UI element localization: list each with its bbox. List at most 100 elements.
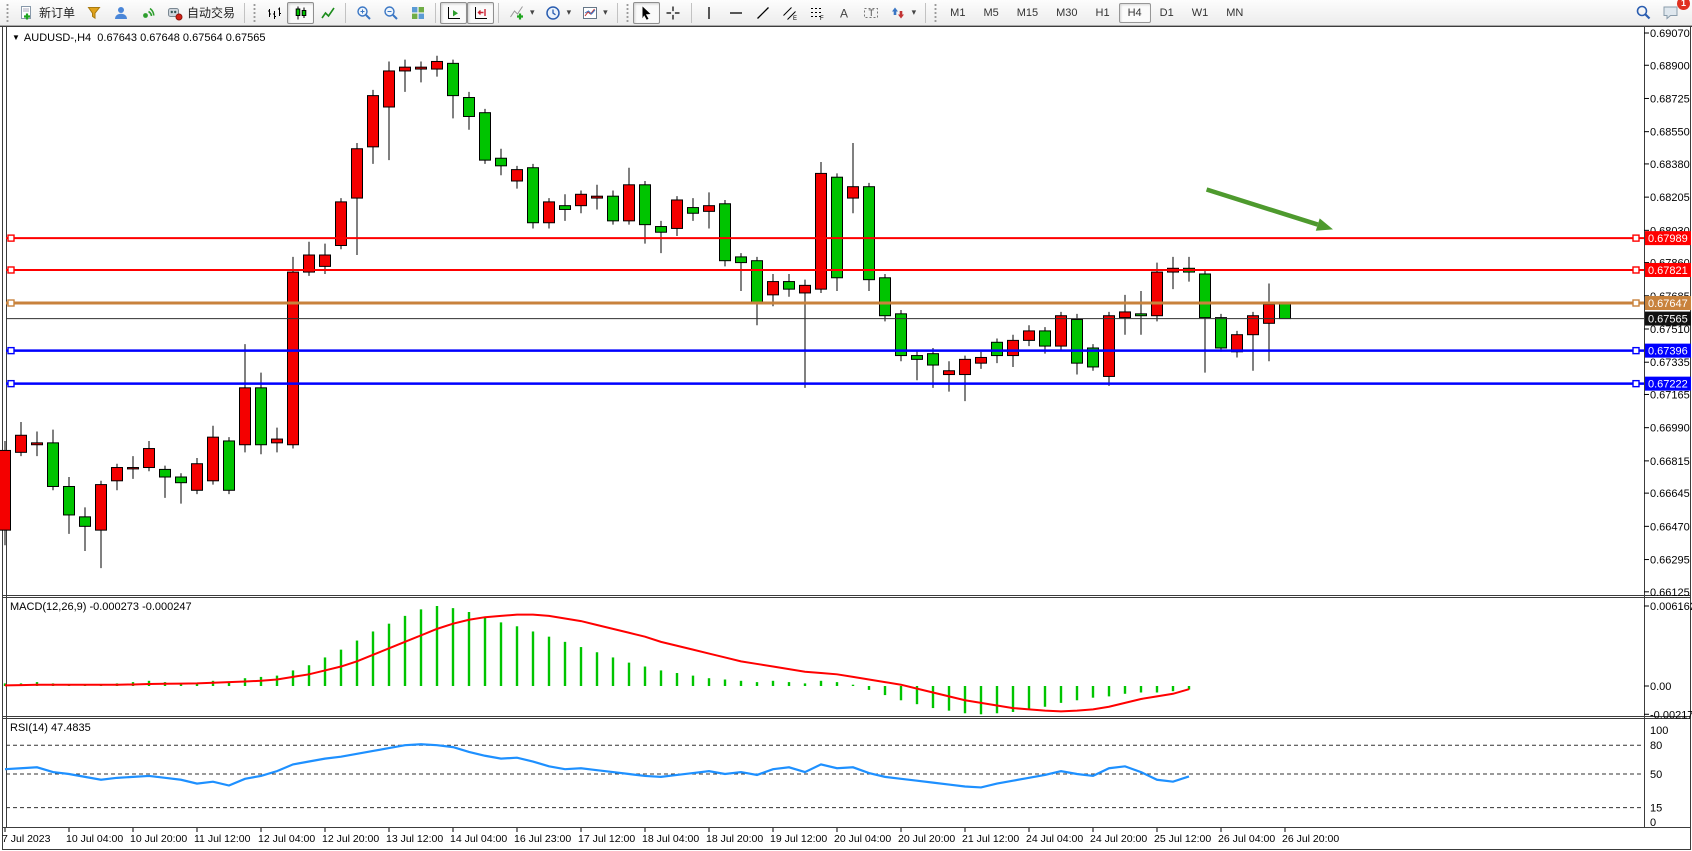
svg-text:12 Jul 04:00: 12 Jul 04:00 [258,833,315,845]
vertical-line-tool-button[interactable] [696,2,723,24]
tile-windows-button[interactable] [404,2,431,24]
timeframe-mn-button[interactable]: MN [1217,3,1252,23]
svg-text:-0.002178: -0.002178 [1650,709,1692,721]
indicators-icon [508,4,525,21]
dropdown-caret-icon: ▾ [603,7,608,18]
toolbar-grip[interactable] [933,4,938,22]
new-order-button[interactable]: 新订单 [13,2,80,24]
svg-text:0.68725: 0.68725 [1650,93,1690,105]
templates-button[interactable]: ▾ [576,2,613,24]
timeframe-w1-button[interactable]: W1 [1183,3,1218,23]
market-button[interactable] [80,2,107,24]
svg-text:0: 0 [1650,817,1656,829]
zoom-in-icon [355,4,372,21]
svg-text:17 Jul 12:00: 17 Jul 12:00 [578,833,635,845]
toolbar-grip[interactable] [625,4,630,22]
trendline-tool-button[interactable] [750,2,777,24]
svg-text:80: 80 [1650,740,1662,752]
indicators-button[interactable]: ▾ [503,2,540,24]
macd-indicator-label: MACD(12,26,9) -0.000273 -0.000247 [10,601,192,613]
svg-text:13 Jul 12:00: 13 Jul 12:00 [386,833,443,845]
periods-button[interactable]: ▾ [540,2,577,24]
svg-text:0.67510: 0.67510 [1650,324,1690,336]
svg-text:24 Jul 04:00: 24 Jul 04:00 [1026,833,1083,845]
timeframe-h4-button[interactable]: H4 [1119,3,1151,23]
svg-text:12 Jul 20:00: 12 Jul 20:00 [322,833,379,845]
trendline-icon [755,4,772,21]
toolbar-separator [925,3,926,23]
toolbar-separator [244,3,245,23]
timeframe-m5-button[interactable]: M5 [974,3,1007,23]
chart-shift-button[interactable] [467,2,494,24]
fibonacci-tool-button[interactable]: F [804,2,831,24]
toolbar-separator [691,3,692,23]
search-button[interactable] [1630,2,1657,24]
channel-tool-button[interactable]: E [777,2,804,24]
toolbar-grip[interactable] [252,4,257,22]
bar-chart-button[interactable] [260,2,287,24]
chat-bubble-icon [1662,4,1679,21]
svg-text:A: A [840,6,848,20]
svg-text:0.67821: 0.67821 [1648,265,1688,277]
zoom-in-button[interactable] [350,2,377,24]
new-order-icon [18,4,35,21]
svg-text:0.68900: 0.68900 [1650,60,1690,72]
timeframe-m1-button[interactable]: M1 [941,3,974,23]
svg-text:0.67335: 0.67335 [1650,357,1690,369]
svg-text:0.66125: 0.66125 [1650,587,1690,599]
dropdown-caret-icon: ▾ [530,7,535,18]
candlestick-chart-button[interactable] [287,2,314,24]
equidistant-channel-icon: E [782,4,799,21]
periods-clock-icon [545,4,562,21]
svg-text:11 Jul 12:00: 11 Jul 12:00 [194,833,251,845]
toolbar-grip[interactable] [5,4,10,22]
chart-background [0,26,1692,851]
timeframe-d1-button[interactable]: D1 [1151,3,1183,23]
chart-symbol: AUDUSD-,H4 [24,32,91,44]
terminal-window: 新订单 自动交易 [0,0,1692,851]
shapes-tool-button[interactable]: ▾ [885,2,922,24]
dropdown-caret-icon: ▾ [567,7,572,18]
text-tool-button[interactable]: A [831,2,858,24]
chart-expand-icon[interactable]: ▼ [12,33,20,42]
svg-text:7 Jul 2023: 7 Jul 2023 [2,833,51,845]
svg-text:0.67989: 0.67989 [1648,233,1688,245]
cursor-tool-button[interactable] [633,2,660,24]
timeframe-m30-button[interactable]: M30 [1047,3,1086,23]
svg-text:0.006162: 0.006162 [1650,601,1692,613]
news-button[interactable] [134,2,161,24]
svg-text:0.66295: 0.66295 [1650,555,1690,567]
svg-text:0.00: 0.00 [1650,681,1671,693]
rsi-indicator-label: RSI(14) 47.4835 [10,722,91,734]
signals-button[interactable] [107,2,134,24]
zoom-out-icon [382,4,399,21]
auto-scroll-icon [445,4,462,21]
svg-text:21 Jul 12:00: 21 Jul 12:00 [962,833,1019,845]
autotrading-label: 自动交易 [187,4,235,21]
svg-text:18 Jul 20:00: 18 Jul 20:00 [706,833,763,845]
chart-ohlc-values: 0.67643 0.67648 0.67564 0.67565 [97,32,265,44]
svg-text:F: F [820,16,824,21]
dropdown-caret-icon: ▾ [912,7,917,18]
svg-text:14 Jul 04:00: 14 Jul 04:00 [450,833,507,845]
chart-canvas[interactable]: 0.690700.689000.687250.685500.683800.682… [0,0,1692,851]
timeframe-h1-button[interactable]: H1 [1087,3,1119,23]
line-chart-button[interactable] [314,2,341,24]
toolbar: 新订单 自动交易 [0,0,1692,26]
svg-text:0.67647: 0.67647 [1648,298,1688,310]
horizontal-line-tool-button[interactable] [723,2,750,24]
label-tool-button[interactable]: T [858,2,885,24]
svg-text:15: 15 [1650,803,1662,815]
zoom-out-button[interactable] [377,2,404,24]
chart-title: ▼ AUDUSD-,H4 0.67643 0.67648 0.67564 0.67… [12,32,266,44]
crosshair-tool-button[interactable] [660,2,687,24]
new-order-label: 新订单 [39,4,75,21]
autotrading-button[interactable]: 自动交易 [161,2,240,24]
auto-scroll-button[interactable] [440,2,467,24]
toolbar-separator [498,3,499,23]
svg-text:0.68380: 0.68380 [1650,159,1690,171]
chart-shift-icon [472,4,489,21]
chat-notification-badge[interactable]: 1 [1677,0,1690,10]
timeframe-m15-button[interactable]: M15 [1008,3,1047,23]
svg-text:0.66470: 0.66470 [1650,521,1690,533]
